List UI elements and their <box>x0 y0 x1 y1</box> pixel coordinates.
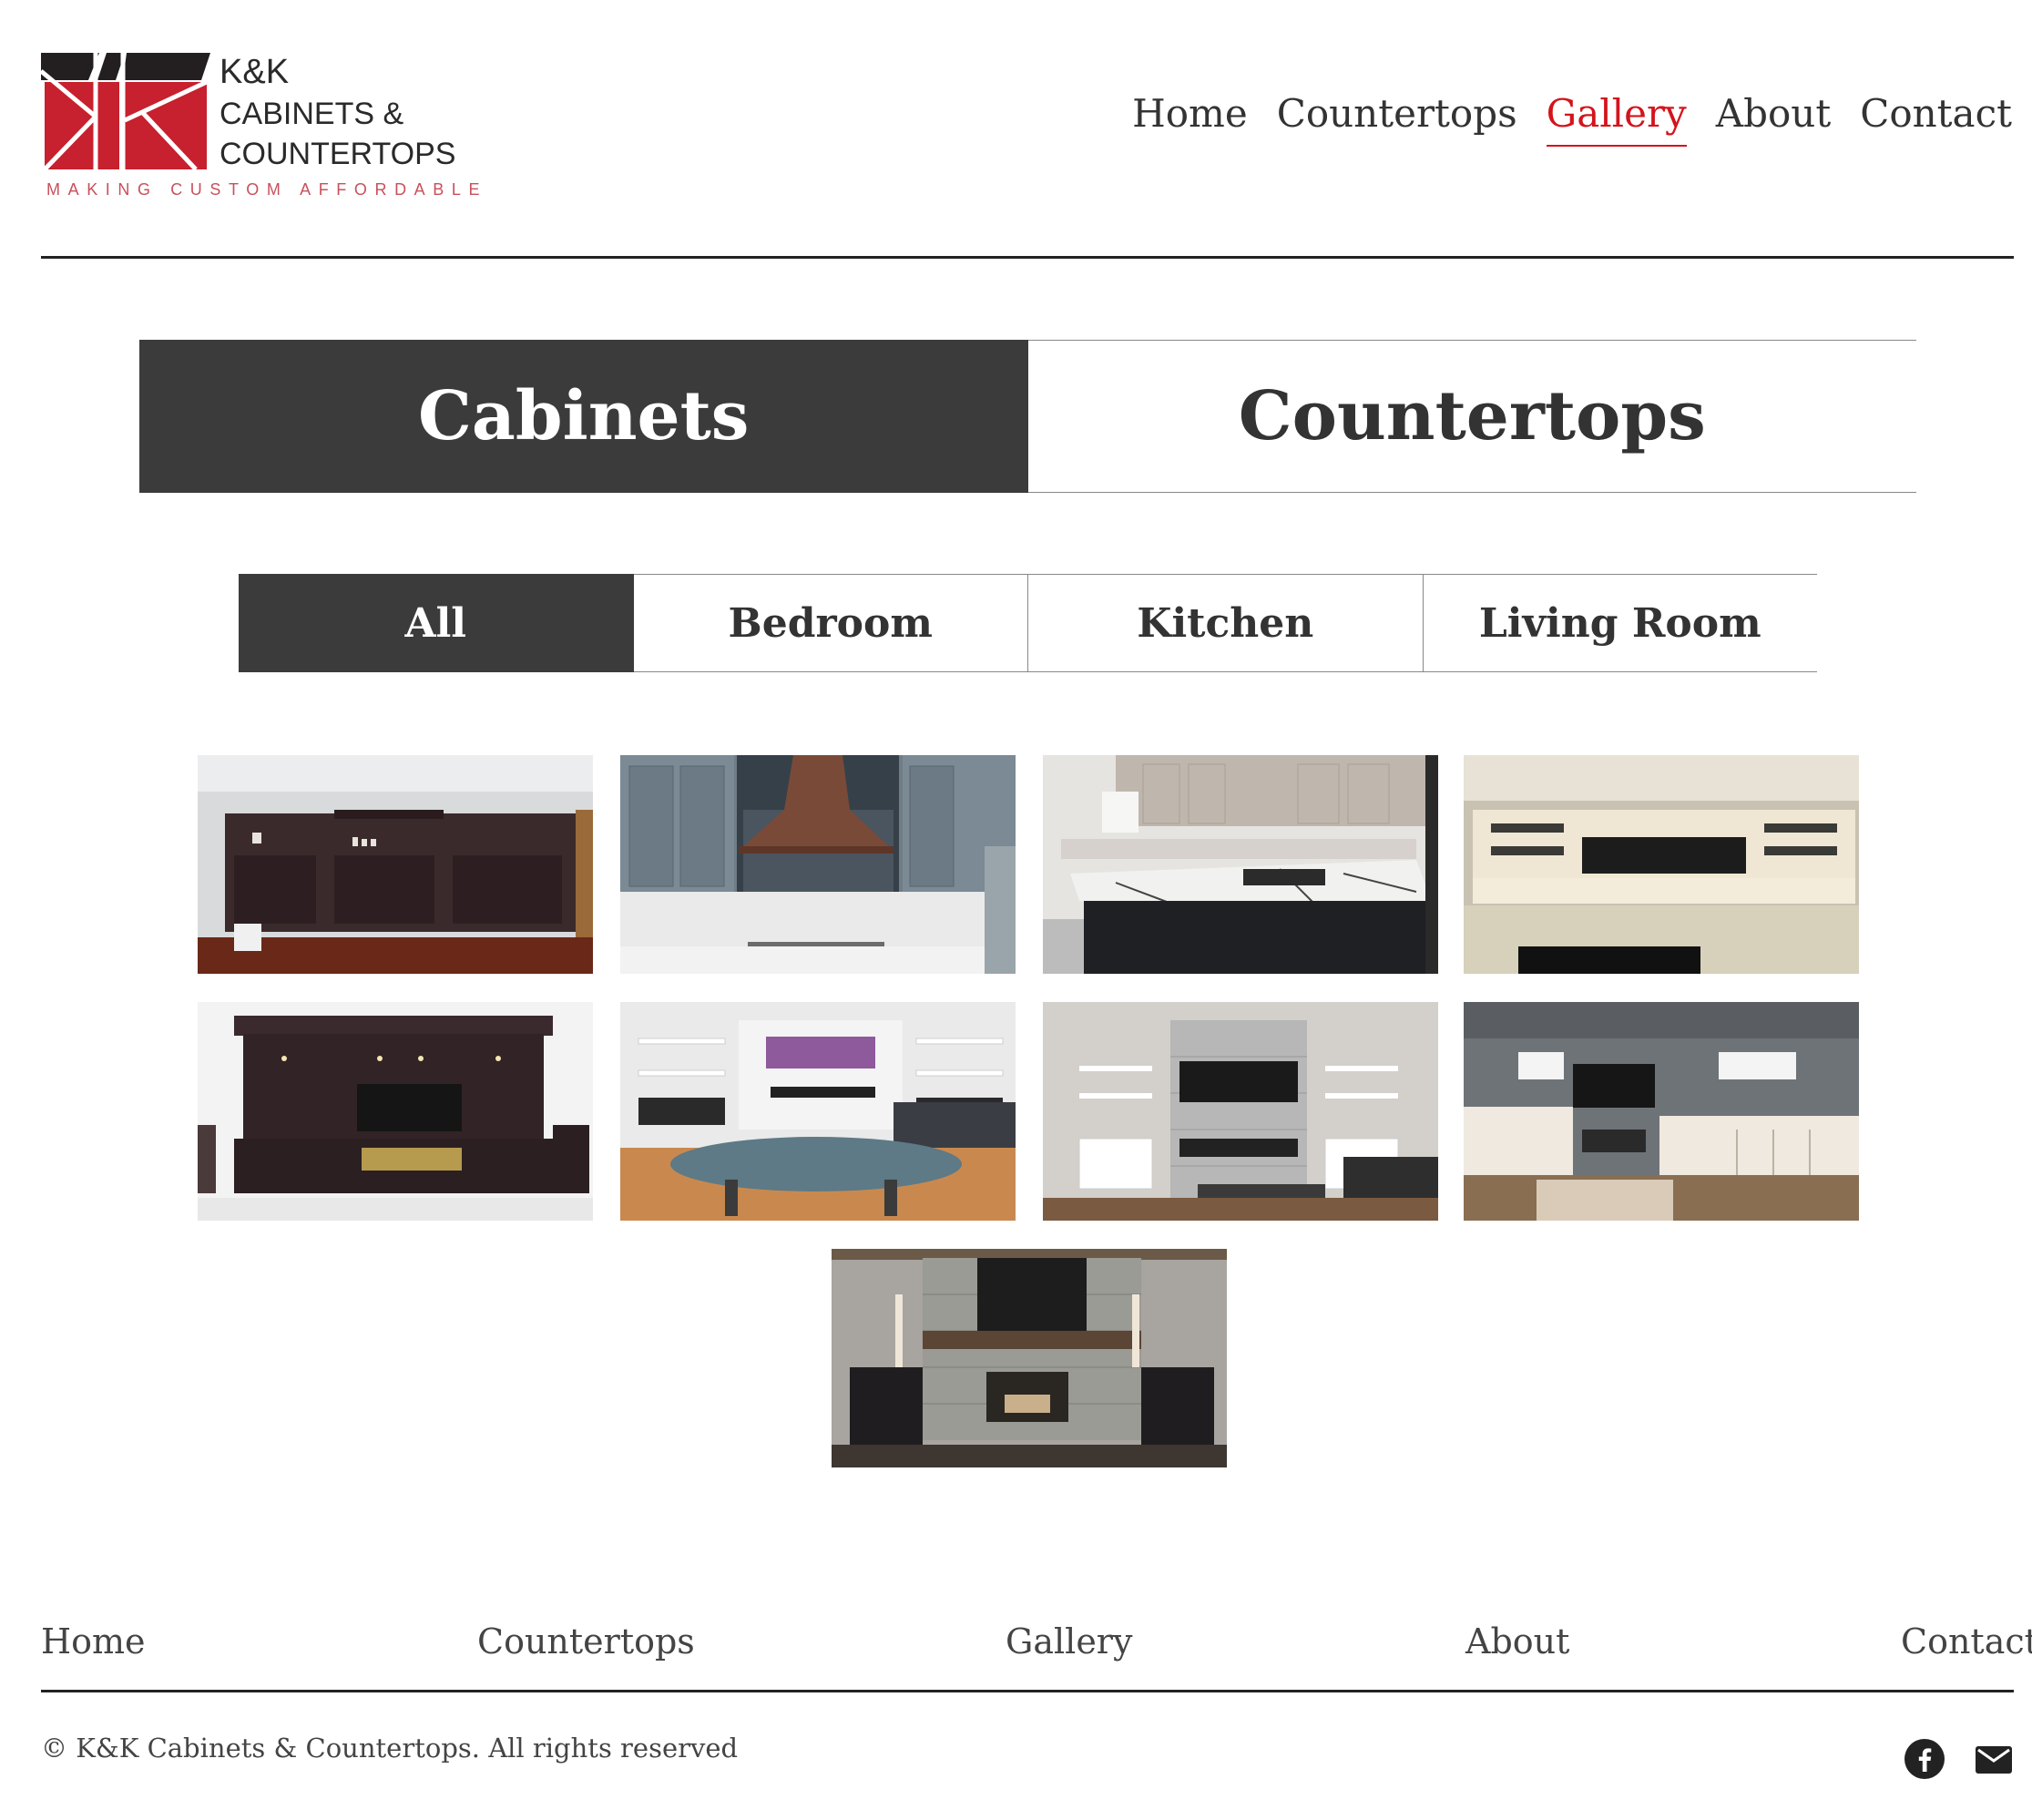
footer-nav-contact[interactable]: Contact <box>1901 1621 2032 1662</box>
category-tabs: Cabinets Countertops <box>139 340 1916 493</box>
filter-all[interactable]: All <box>239 574 634 672</box>
nav-contact[interactable]: Contact <box>1860 91 2012 147</box>
nav-about[interactable]: About <box>1716 91 1831 147</box>
gallery-photo-3[interactable] <box>1043 755 1438 974</box>
footer-nav-about[interactable]: About <box>1465 1621 1569 1662</box>
gallery-photo-6[interactable] <box>620 1002 1016 1221</box>
footer-nav-countertops[interactable]: Countertops <box>477 1621 695 1662</box>
nav-gallery[interactable]: Gallery <box>1546 91 1687 147</box>
footer-divider <box>41 1690 2014 1692</box>
main-nav: Home Countertops Gallery About Contact <box>1132 91 2012 147</box>
room-filter-tabs: All Bedroom Kitchen Living Room <box>239 574 1817 672</box>
gallery-photo-5[interactable] <box>198 1002 593 1221</box>
kk-logo-icon <box>41 53 210 171</box>
nav-countertops[interactable]: Countertops <box>1277 91 1517 147</box>
gallery-photo-9[interactable] <box>832 1249 1227 1467</box>
filter-bedroom[interactable]: Bedroom <box>633 574 1028 672</box>
gallery-photo-8[interactable] <box>1464 1002 1859 1221</box>
brand-tagline: MAKING CUSTOM AFFORDABLE <box>46 180 488 199</box>
gallery-photo-4[interactable] <box>1464 755 1859 974</box>
brand-line-3: COUNTERTOPS <box>220 137 456 171</box>
footer-nav-gallery[interactable]: Gallery <box>1006 1621 1132 1662</box>
gallery-photo-1[interactable] <box>198 755 593 974</box>
gallery-photo-7[interactable] <box>1043 1002 1438 1221</box>
facebook-icon[interactable] <box>1904 1738 1945 1780</box>
tab-countertops[interactable]: Countertops <box>1027 340 1916 493</box>
filter-living-room[interactable]: Living Room <box>1423 574 1817 672</box>
brand-logo[interactable]: K&K CABINETS & COUNTERTOPS MAKING CUSTOM… <box>41 53 480 203</box>
footer-nav: Home Countertops Gallery About Contact <box>41 1621 2032 1667</box>
email-icon[interactable] <box>1974 1738 2016 1780</box>
brand-line-1: K&K <box>220 53 290 91</box>
header-divider <box>41 256 2014 259</box>
filter-kitchen[interactable]: Kitchen <box>1028 574 1424 672</box>
copyright-text: © K&K Cabinets & Countertops. All rights… <box>41 1733 739 1764</box>
nav-home[interactable]: Home <box>1132 91 1248 147</box>
tab-cabinets[interactable]: Cabinets <box>139 340 1028 493</box>
gallery-photo-2[interactable] <box>620 755 1016 974</box>
brand-line-2: CABINETS & <box>220 97 404 131</box>
footer-nav-home[interactable]: Home <box>41 1621 146 1662</box>
